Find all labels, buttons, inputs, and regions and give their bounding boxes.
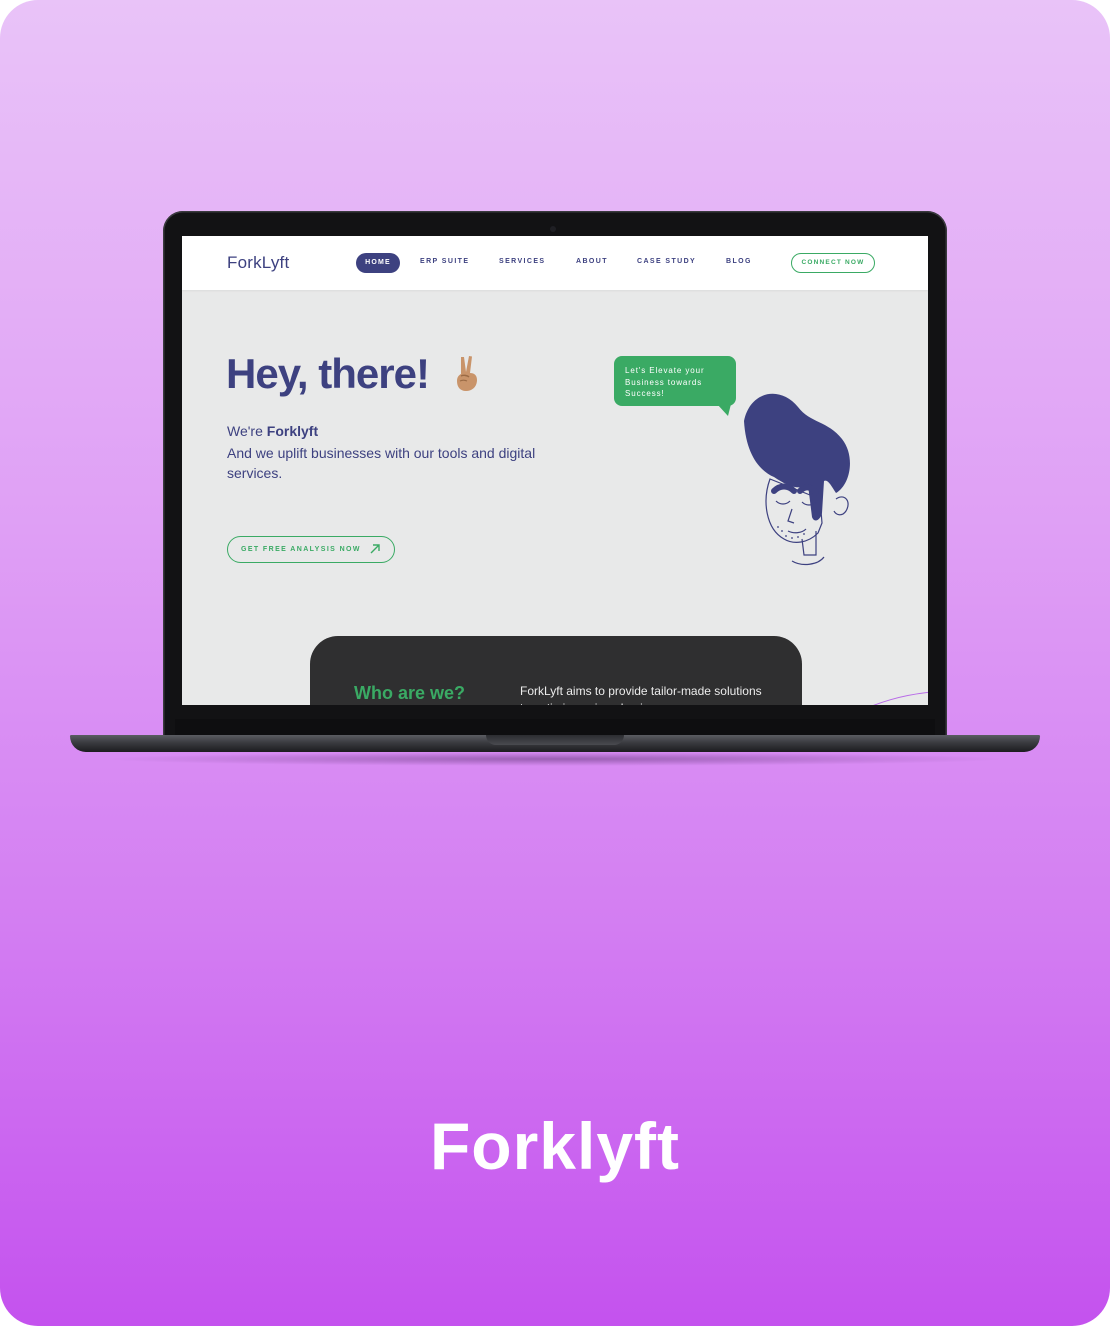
camera-icon	[550, 226, 556, 232]
character-illustration	[744, 393, 850, 566]
nav-services[interactable]: SERVICES	[499, 258, 545, 265]
cta-label: GET FREE ANALYSIS NOW	[241, 546, 361, 553]
nav-blog[interactable]: BLOG	[726, 258, 752, 265]
nav-case-study[interactable]: CASE STUDY	[637, 258, 696, 265]
bubble-text: Let's Elevate your Business towards Succ…	[625, 366, 705, 398]
speech-bubble: Let's Elevate your Business towards Succ…	[614, 356, 736, 406]
nav-erp-suite[interactable]: ERP SUITE	[420, 258, 469, 265]
laptop-screen: ForkLyft HOME ERP SUITE SERVICES ABOUT C…	[182, 236, 928, 705]
nav-about[interactable]: ABOUT	[576, 258, 608, 265]
hero-title: Hey, there!	[226, 350, 430, 397]
about-text: ForkLyft aims to provide tailor-made sol…	[520, 684, 762, 705]
site-logo[interactable]: ForkLyft	[227, 253, 289, 273]
laptop-base	[70, 735, 1040, 752]
arrow-up-right-icon	[370, 544, 380, 554]
site-navbar: ForkLyft HOME ERP SUITE SERVICES ABOUT C…	[182, 236, 928, 290]
project-title: Forklyft	[429, 1109, 681, 1183]
hero-brand: Forklyft	[266, 423, 319, 439]
hero-description: And we uplift businesses with our tools …	[227, 445, 536, 481]
nav-home[interactable]: HOME	[356, 253, 400, 273]
project-card: ForkLyft HOME ERP SUITE SERVICES ABOUT C…	[0, 0, 1110, 1326]
about-card: Who are we? ForkLyft aims to provide tai…	[310, 636, 802, 705]
speech-bubble-tail	[717, 404, 731, 416]
decorative-curve	[873, 691, 928, 705]
victory-hand-icon	[457, 356, 477, 391]
connect-now-button[interactable]: CONNECT NOW	[791, 253, 875, 273]
laptop-lid: ForkLyft HOME ERP SUITE SERVICES ABOUT C…	[163, 211, 947, 737]
hero-intro: We're Forklyft	[227, 423, 319, 439]
get-free-analysis-button[interactable]: GET FREE ANALYSIS NOW	[227, 536, 395, 563]
laptop-notch	[486, 735, 624, 745]
about-heading: Who are we?	[354, 683, 466, 703]
laptop-shadow	[100, 752, 1010, 766]
